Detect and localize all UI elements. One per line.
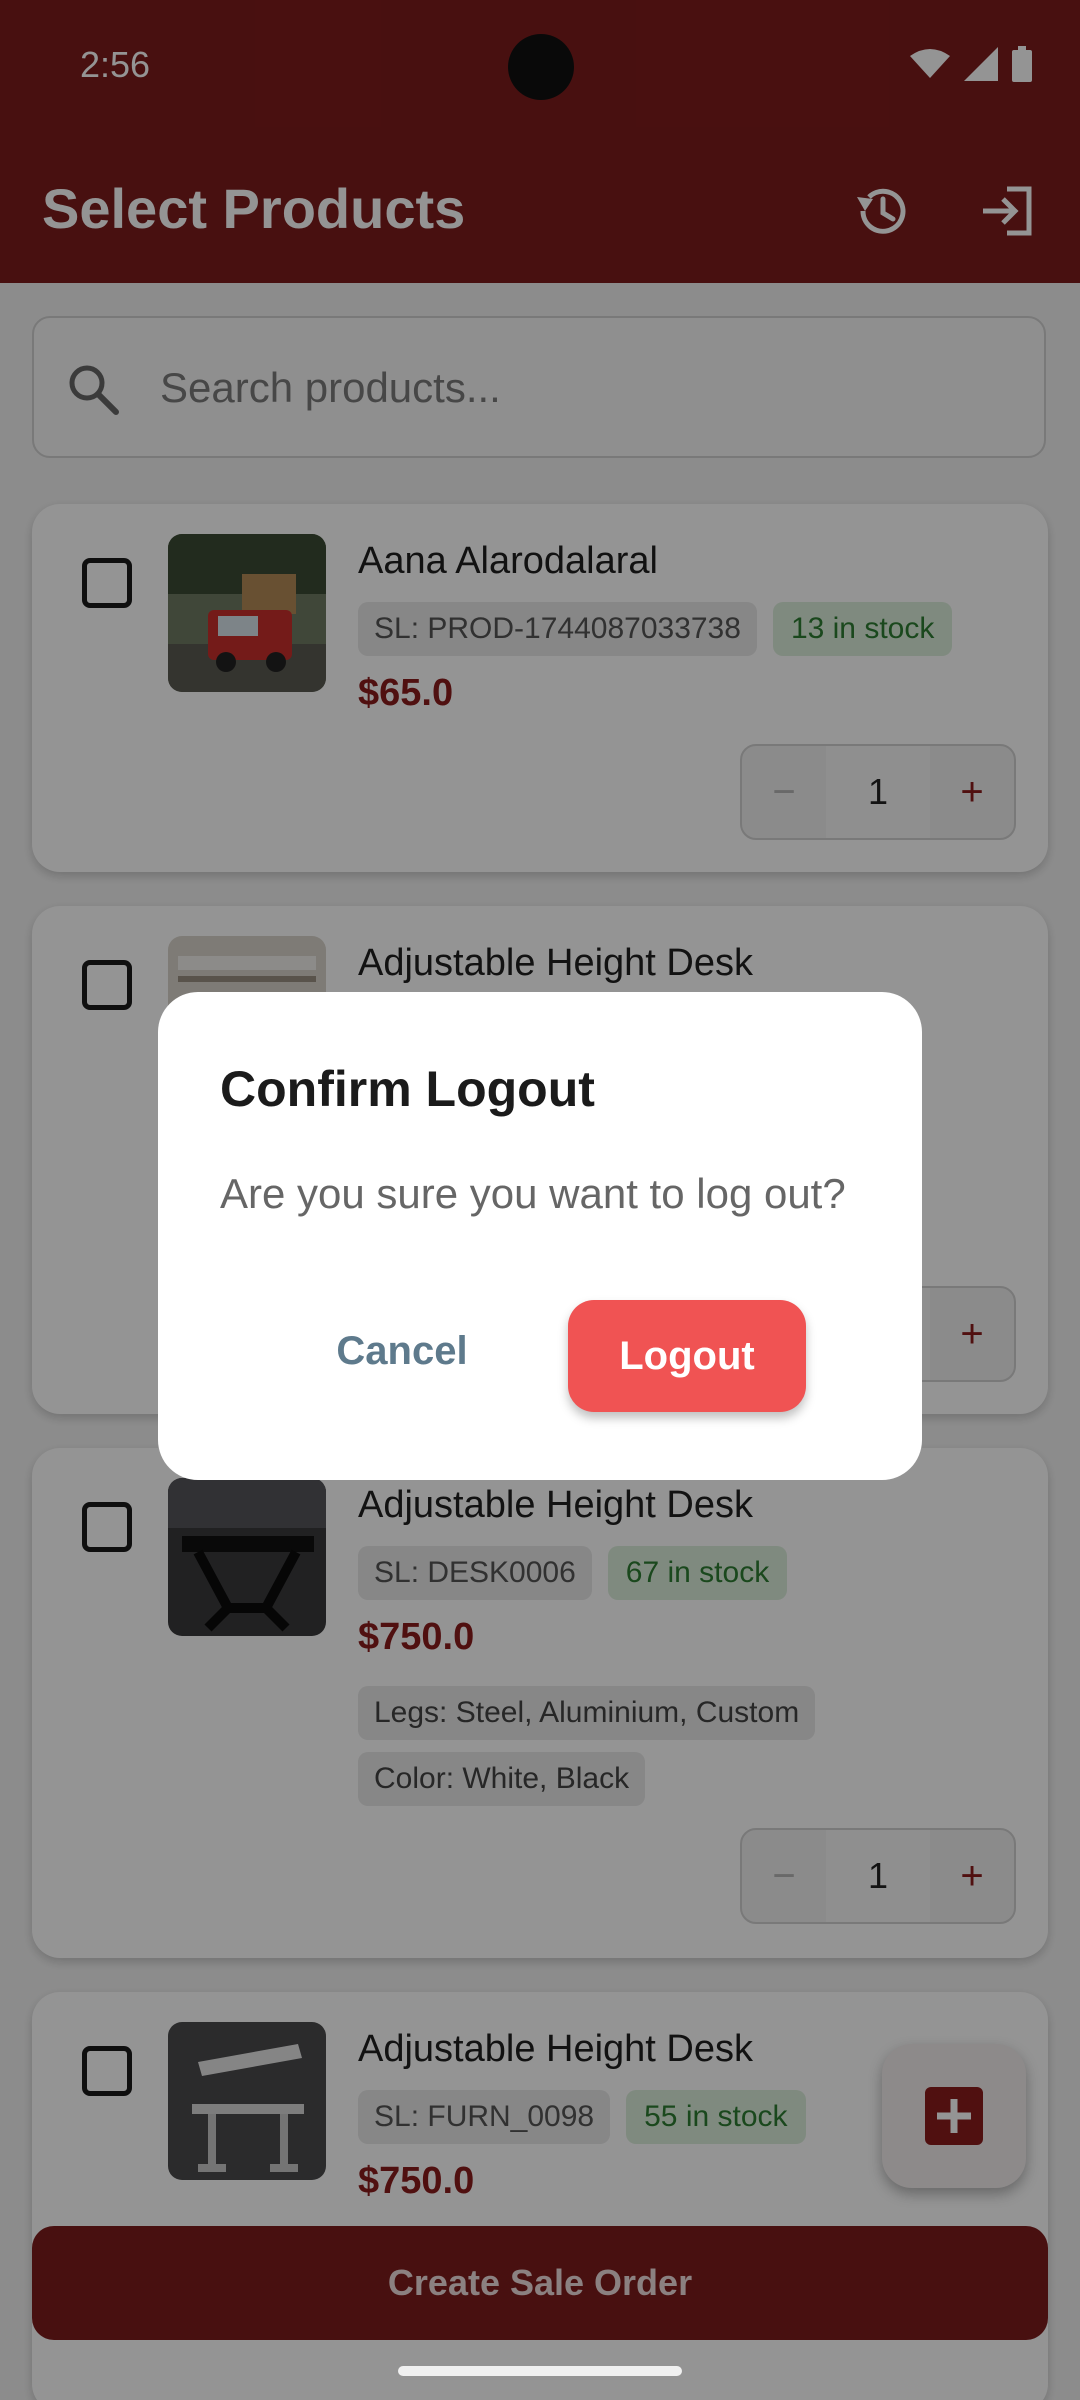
logout-button[interactable]: Logout xyxy=(568,1300,806,1412)
confirm-logout-dialog: Confirm Logout Are you sure you want to … xyxy=(158,992,922,1480)
screen: 2:56 Select Products Search products... … xyxy=(0,0,1080,2400)
dialog-message: Are you sure you want to log out? xyxy=(220,1170,846,1217)
cancel-button[interactable]: Cancel xyxy=(310,1296,494,1406)
dialog-title: Confirm Logout xyxy=(220,1061,595,1117)
home-indicator[interactable] xyxy=(398,2366,682,2376)
